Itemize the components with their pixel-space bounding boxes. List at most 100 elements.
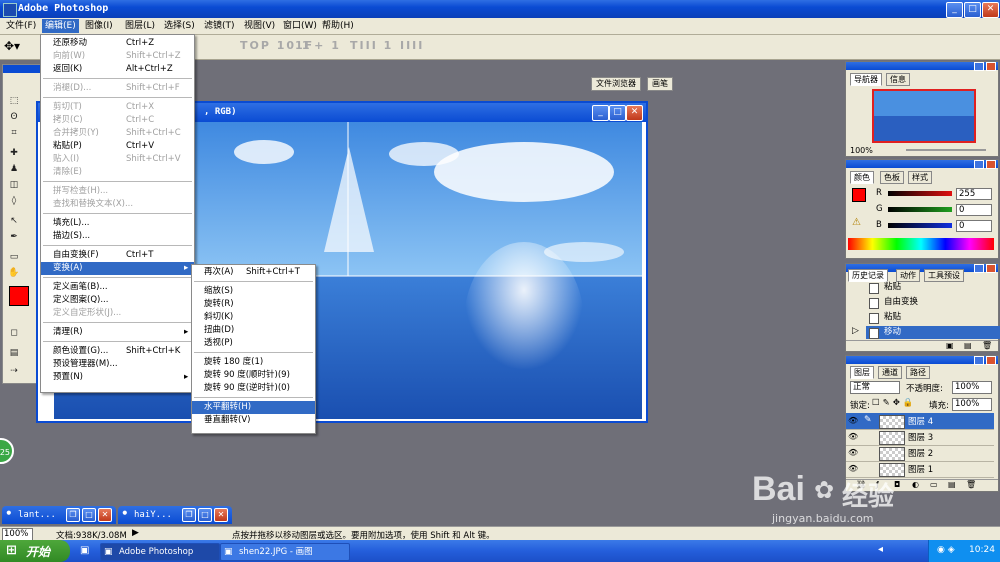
history-item[interactable]: 粘贴: [866, 281, 1000, 294]
taskbar-item[interactable]: ▣ Adobe Photoshop: [100, 543, 220, 561]
edit-menu-item[interactable]: 还原移动 Ctrl+Z: [41, 37, 194, 50]
color-spectrum-bar[interactable]: [848, 238, 994, 250]
fill-input[interactable]: 100%: [952, 398, 992, 411]
eraser-tool-icon[interactable]: ◫: [7, 179, 21, 191]
layer-row[interactable]: 👁 ✎ 图层 4: [846, 413, 994, 430]
stamp-tool-icon[interactable]: ♟: [7, 163, 21, 175]
history-minimize[interactable]: [974, 264, 984, 273]
menu-8[interactable]: 帮助(H): [319, 19, 357, 33]
tab-info[interactable]: 信息: [886, 73, 910, 86]
edit-menu-item[interactable]: 合并拷贝(Y) Shift+Ctrl+C: [41, 127, 194, 140]
layer-visibility-eye-icon[interactable]: 👁: [848, 432, 858, 441]
transform-menu-item[interactable]: 透视(P): [192, 337, 315, 350]
maximize-button[interactable]: □: [964, 2, 981, 18]
color-minimize[interactable]: [974, 160, 984, 169]
history-item[interactable]: 移动: [866, 326, 1000, 339]
tab-swatches[interactable]: 色板: [880, 171, 904, 184]
menu-1[interactable]: 编辑(E): [42, 19, 79, 33]
navigator-zoom-slider[interactable]: [906, 149, 986, 151]
tab-color[interactable]: 颜色: [850, 171, 874, 184]
edit-menu-item[interactable]: 贴入(I) Shift+Ctrl+V: [41, 153, 194, 166]
doc-close-button[interactable]: ✕: [626, 105, 643, 121]
minimized-document-window[interactable]: ⚫ haiY... ❐ □ ✕: [118, 506, 232, 524]
tab-styles[interactable]: 样式: [908, 171, 932, 184]
edit-menu-item[interactable]: 定义图案(Q)...: [41, 294, 194, 307]
transform-menu-item[interactable]: 旋转(R): [192, 298, 315, 311]
transform-menu-item[interactable]: 水平翻转(H): [192, 401, 315, 414]
color-close[interactable]: [986, 160, 996, 169]
channel-value-input[interactable]: 255: [956, 188, 992, 200]
edit-menu-item[interactable]: 描边(S)...: [41, 230, 194, 243]
tab-channels[interactable]: 通道: [878, 366, 902, 379]
edit-menu-item[interactable]: 拷贝(C) Ctrl+C: [41, 114, 194, 127]
channel-slider[interactable]: [888, 223, 952, 228]
start-button[interactable]: ⊞ 开始: [0, 540, 70, 562]
transform-menu-item[interactable]: 旋转 180 度(1): [192, 356, 315, 369]
history-brush-icon[interactable]: ▷: [852, 326, 859, 336]
delete-layer-icon[interactable]: 🗑: [966, 480, 976, 489]
transform-menu-item[interactable]: 再次(A) Shift+Ctrl+T: [192, 266, 315, 279]
transform-menu-item[interactable]: 旋转 90 度(逆时针)(0): [192, 382, 315, 395]
move-tool-icon[interactable]: ✥▾: [4, 39, 32, 55]
color-fg-swatch[interactable]: [852, 188, 866, 202]
taskbar-arrow-icon[interactable]: ◂: [878, 544, 883, 555]
taskbar-item[interactable]: ▣ shen22.JPG - 画图: [220, 543, 350, 561]
gamut-warning-icon[interactable]: ⚠: [852, 217, 861, 228]
layers-minimize[interactable]: [974, 356, 984, 365]
edit-menu-item[interactable]: 清除(E): [41, 166, 194, 179]
channel-slider[interactable]: [888, 191, 952, 196]
notes-tool-icon[interactable]: ▭: [7, 251, 21, 263]
maximize-button[interactable]: □: [198, 508, 212, 522]
menu-6[interactable]: 视图(V): [241, 19, 278, 33]
transform-menu-item[interactable]: 斜切(K): [192, 311, 315, 324]
edit-menu-item[interactable]: 拼写检查(H)...: [41, 185, 194, 198]
doc-maximize-button[interactable]: □: [609, 105, 626, 121]
navigator-close[interactable]: [986, 62, 996, 71]
healing-tool-icon[interactable]: ✚: [7, 147, 21, 159]
history-close[interactable]: [986, 264, 996, 273]
opacity-input[interactable]: 100%: [952, 381, 992, 394]
history-item[interactable]: 粘贴: [866, 311, 1000, 324]
edit-menu-item[interactable]: 预置(N) ▸: [41, 371, 194, 384]
transform-menu-item[interactable]: 旋转 90 度(顺时针)(9): [192, 369, 315, 382]
toolbox-title[interactable]: [3, 65, 41, 73]
file-browser-tab[interactable]: 文件浏览器: [591, 77, 641, 91]
edit-menu-item[interactable]: 定义自定形状(J)...: [41, 307, 194, 320]
jump-to-imageready-icon[interactable]: ⇢: [7, 365, 21, 377]
transform-menu-item[interactable]: 缩放(S): [192, 285, 315, 298]
tab-layers[interactable]: 图层: [850, 366, 874, 379]
tab-navigator[interactable]: 导航器: [850, 73, 882, 86]
marquee-tool-icon[interactable]: ⬚: [7, 95, 21, 107]
hand-tool-icon[interactable]: ✋: [7, 267, 21, 279]
layer-row[interactable]: 👁 图层 2: [846, 445, 994, 462]
quicklaunch-icon[interactable]: ▣: [80, 545, 89, 556]
crop-tool-icon[interactable]: ⌗: [7, 127, 21, 139]
channel-value-input[interactable]: 0: [956, 204, 992, 216]
menu-4[interactable]: 选择(S): [161, 19, 198, 33]
screen-mode-icon[interactable]: ▤: [7, 347, 21, 359]
layer-row[interactable]: 👁 图层 3: [846, 429, 994, 446]
edit-menu-item[interactable]: 返回(K) Alt+Ctrl+Z: [41, 63, 194, 76]
foreground-color-swatch[interactable]: [9, 286, 29, 306]
blur-tool-icon[interactable]: ◊: [7, 195, 21, 207]
minimize-button[interactable]: _: [946, 2, 963, 18]
status-arrow-icon[interactable]: ▶: [132, 528, 139, 538]
minimized-document-window[interactable]: ⚫ lant... ❐ □ ✕: [2, 506, 116, 524]
edit-menu-item[interactable]: 清理(R) ▸: [41, 326, 194, 339]
blend-mode-select[interactable]: 正常: [850, 381, 900, 394]
restore-button[interactable]: ❐: [182, 508, 196, 522]
edit-menu-item[interactable]: 粘贴(P) Ctrl+V: [41, 140, 194, 153]
menu-7[interactable]: 窗口(W): [280, 19, 320, 33]
menu-2[interactable]: 图像(I): [82, 19, 116, 33]
history-new-doc-icon[interactable]: ▤: [964, 341, 972, 350]
app-title-bar[interactable]: Adobe Photoshop _ □ ✕: [0, 0, 1000, 18]
history-snapshot-icon[interactable]: ▣: [946, 341, 954, 350]
transform-menu-item[interactable]: 垂直翻转(V): [192, 414, 315, 427]
path-tool-icon[interactable]: ↖: [7, 215, 21, 227]
channel-value-input[interactable]: 0: [956, 220, 992, 232]
edit-menu-item[interactable]: 剪切(T) Ctrl+X: [41, 101, 194, 114]
doc-minimize-button[interactable]: _: [592, 105, 609, 121]
standard-mode-icon[interactable]: ◻: [7, 327, 21, 339]
layers-close[interactable]: [986, 356, 996, 365]
edit-menu-item[interactable]: 变换(A) ▸: [41, 262, 194, 275]
